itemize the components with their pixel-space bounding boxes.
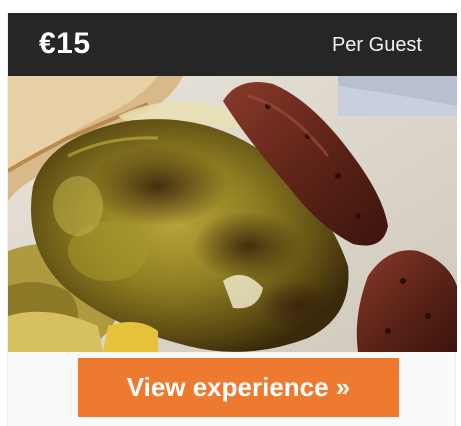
experience-card: €15 Per Guest View experience » (7, 13, 457, 426)
price-value: €15 (39, 27, 91, 60)
view-experience-button[interactable]: View experience » (78, 358, 399, 417)
price-unit: Per Guest (331, 34, 422, 56)
price-header: €15 Per Guest (8, 13, 457, 76)
food-photo[interactable] (8, 76, 457, 352)
